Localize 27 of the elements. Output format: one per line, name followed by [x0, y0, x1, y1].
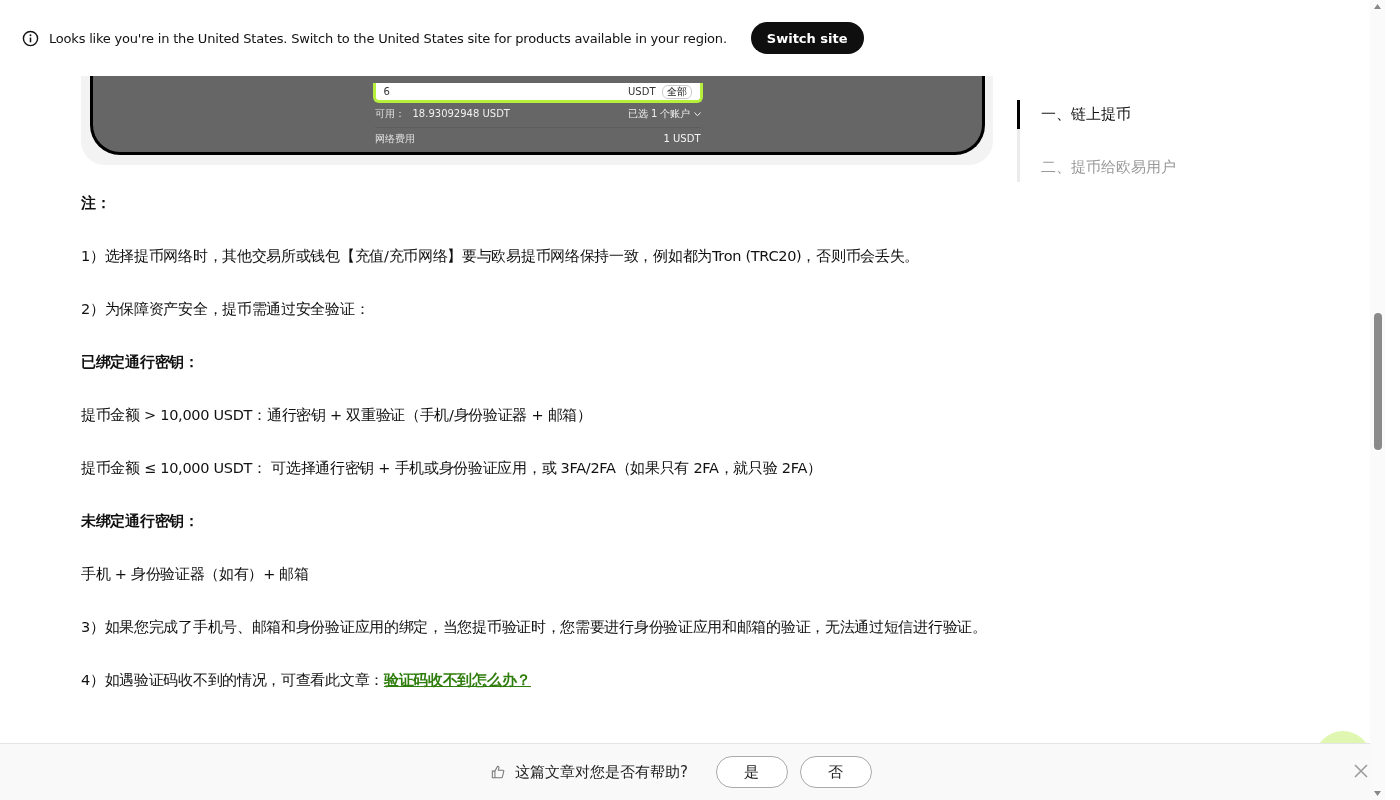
paragraph: 提币金额 ≤ 10,000 USDT： 可选择通行密钥 + 手机或身份验证应用，或 3FA/2FA（如果只有 2FA，就只验 2FA） [81, 459, 823, 478]
info-icon [22, 29, 39, 47]
fee-value: 1 USDT [663, 133, 701, 145]
section-heading: 已绑定通行密钥： [81, 353, 200, 372]
switch-site-button[interactable]: Switch site [750, 22, 864, 54]
article-link[interactable]: 验证码收不到怎么办？ [383, 672, 531, 688]
account-select-label: 已选 1 个账户 [627, 108, 691, 120]
paragraph: 手机 + 身份验证器（如有）+ 邮箱 [81, 565, 310, 584]
fee-label: 网络费用 [374, 133, 415, 145]
chevron-down-icon [693, 111, 701, 117]
amount-value: 6 [383, 85, 391, 98]
section-heading: 未绑定通行密钥： [81, 512, 200, 531]
thumbs-up-icon [491, 765, 505, 779]
feedback-button[interactable]: 否 [800, 756, 872, 788]
paragraph: 1）选择提币网络时，其他交易所或钱包【充值/充币网络】要与欧易提币网络保持一致，例如都为Tron (TRC20)，否则币会丢失。 [81, 247, 921, 266]
paragraph: 3）如果您完成了手机号、邮箱和身份验证应用的绑定，当您提币验证时，您需要进行身份验证应用和邮箱的验证，无法通过短信进行验证。 [81, 618, 988, 637]
available-value: 18.93092948 USDT [412, 108, 510, 120]
region-notice: Looks like you're in the United States. Switch to the United States site for products available in your region. [49, 30, 727, 46]
unit-label: USDT [628, 85, 656, 98]
section-heading: 注： [81, 194, 112, 213]
paragraph: 2）为保障资产安全，提币需通过安全验证： [81, 300, 371, 319]
feedback-button[interactable]: 是 [716, 756, 788, 788]
feedback-question: 这篇文章对您是否有帮助? [515, 762, 688, 782]
paragraph: 4）如遇验证码收不到的情况，可查看此文章：验证码收不到怎么办？ [81, 671, 532, 690]
paragraph: 提币金额 > 10,000 USDT：通行密钥 + 双重验证（手机/身份验证器 + 邮箱） [81, 406, 593, 425]
toc-item[interactable]: 一、链上提币 [1017, 100, 1176, 129]
available-label: 可用： [374, 108, 405, 120]
